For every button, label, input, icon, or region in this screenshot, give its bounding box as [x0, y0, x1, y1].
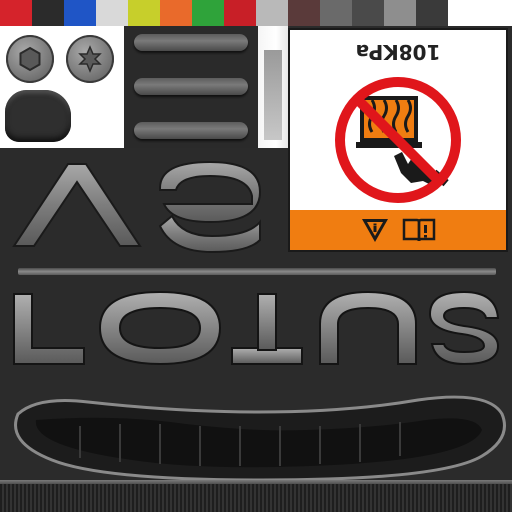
trim-bar: [134, 34, 248, 51]
swatch: [288, 0, 320, 26]
warning-band: [290, 210, 506, 250]
swatch: [416, 0, 448, 26]
divider-rule: [18, 268, 496, 275]
trim-bar: [134, 78, 248, 95]
air-intake-vent: [14, 395, 506, 482]
key-fob: [5, 90, 71, 142]
swatch: [384, 0, 416, 26]
swatch: [64, 0, 96, 26]
swatch: [32, 0, 64, 26]
torx-bolt-icon: [66, 35, 114, 83]
info-triangle-icon: [362, 219, 388, 242]
swatch: [320, 0, 352, 26]
trim-bars: [124, 26, 260, 148]
swatch: [192, 0, 224, 26]
light-strip-shade: [264, 50, 282, 140]
swatch: [480, 0, 512, 26]
swatch: [128, 0, 160, 26]
swatch: [256, 0, 288, 26]
bolt-panel: [0, 26, 124, 148]
no-hand-icon: [335, 77, 461, 203]
swatch: [352, 0, 384, 26]
hex-bolt-icon: [6, 35, 54, 83]
pressure-text: 108KPa: [355, 40, 441, 64]
manual-book-icon: [402, 218, 436, 242]
lotus-wordmark: [13, 290, 500, 366]
swatch: [0, 0, 32, 26]
ve-badge-letters: [12, 160, 262, 254]
warning-label: 108KPa: [288, 28, 508, 252]
color-swatch-row: [0, 0, 512, 26]
mesh-strip: [0, 484, 512, 512]
trim-bar: [134, 122, 248, 139]
swatch: [224, 0, 256, 26]
swatch: [448, 0, 480, 26]
swatch: [160, 0, 192, 26]
swatch: [96, 0, 128, 26]
